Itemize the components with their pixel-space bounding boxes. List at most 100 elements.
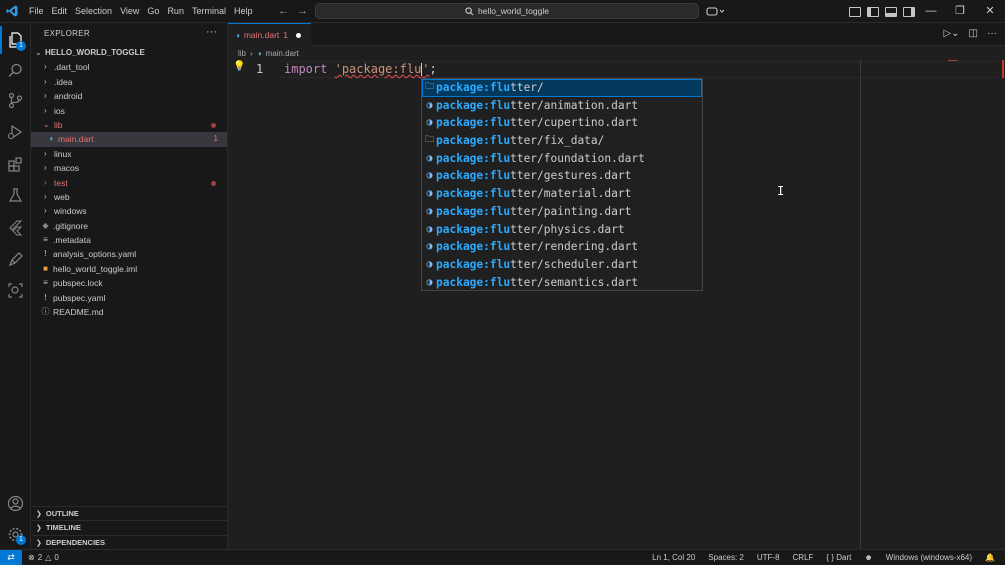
project-root[interactable]: ⌄ HELLO_WORLD_TOGGLE: [31, 46, 227, 60]
tree-item-test[interactable]: › test: [31, 176, 227, 190]
suggestion-item[interactable]: ◑ package:flutter/animation.dart: [422, 97, 702, 115]
run-debug-icon: [7, 124, 23, 139]
status-bar: ⇄ ⊗ 2 △ 0 Ln 1, Col 20 Spaces: 2 UTF-8 C…: [0, 549, 1005, 565]
flutter-button[interactable]: [0, 213, 31, 241]
toggle-secondary-sidebar-icon[interactable]: [903, 6, 915, 17]
tree-item-label: pubspec.yaml: [53, 292, 106, 303]
explorer-button[interactable]: 1: [0, 26, 31, 54]
tree-item-label: android: [54, 91, 83, 102]
git-file-icon: ◆: [42, 220, 49, 230]
command-center-label: hello_world_toggle: [478, 6, 549, 16]
suggestion-item[interactable]: 🗀 package:flutter/: [422, 79, 702, 97]
tree-item-iml[interactable]: ■ hello_world_toggle.iml: [31, 262, 227, 276]
code-line[interactable]: import 'package:flu';: [284, 62, 437, 76]
menu-help[interactable]: Help: [230, 0, 257, 23]
tree-item-analysis-options[interactable]: ! analysis_options.yaml: [31, 247, 227, 261]
problems-indicator[interactable]: ⊗ 2 △ 0: [28, 550, 59, 565]
minimize-icon[interactable]: —: [916, 0, 946, 23]
inspect-button[interactable]: [0, 276, 31, 304]
menu-file[interactable]: File: [25, 0, 48, 23]
breadcrumb-file[interactable]: main.dart: [266, 49, 299, 58]
menu-view[interactable]: View: [116, 0, 143, 23]
tree-item-readme[interactable]: ⓘ README.md: [31, 305, 227, 319]
extensions-button[interactable]: [0, 150, 31, 178]
suggestion-item[interactable]: ◑ package:flutter/foundation.dart: [422, 150, 702, 168]
chevron-right-icon: ›: [44, 163, 47, 173]
search-view-button[interactable]: [0, 56, 31, 84]
tree-item-pubspec-lock[interactable]: ≡ pubspec.lock: [31, 276, 227, 290]
tree-item-windows[interactable]: › windows: [31, 204, 227, 218]
menu-go[interactable]: Go: [143, 0, 163, 23]
tree-item-android[interactable]: › android: [31, 89, 227, 103]
restore-icon[interactable]: ❐: [945, 0, 975, 23]
unsaved-dot-icon[interactable]: [296, 32, 302, 38]
tree-item-macos[interactable]: › macos: [31, 161, 227, 175]
yaml-file-icon: !: [44, 292, 47, 302]
section-timeline[interactable]: ❯ TIMELINE: [31, 520, 227, 534]
toggle-panel-icon[interactable]: [885, 6, 897, 17]
end-of-line[interactable]: CRLF: [793, 550, 814, 565]
suggestion-item[interactable]: ◑ package:flutter/semantics.dart: [422, 274, 702, 292]
more-actions-icon[interactable]: ···: [987, 28, 997, 39]
tree-item-pubspec-yaml[interactable]: ! pubspec.yaml: [31, 291, 227, 305]
tree-item-linux[interactable]: › linux: [31, 147, 227, 161]
tree-item-gitignore[interactable]: ◆ .gitignore: [31, 219, 227, 233]
text-file-icon: ≡: [43, 235, 48, 245]
breadcrumb-folder[interactable]: lib: [238, 49, 246, 58]
source-control-button[interactable]: [0, 86, 31, 114]
tree-item-label: ios: [54, 105, 65, 116]
run-debug-dropdown-icon[interactable]: ▷⌄: [943, 28, 959, 39]
forward-arrow-icon[interactable]: →: [297, 5, 308, 17]
tree-item-lib[interactable]: ⌄ lib: [31, 118, 227, 132]
tree-item-metadata[interactable]: ≡ .metadata: [31, 233, 227, 247]
language-mode[interactable]: { } Dart: [826, 550, 851, 565]
suggestion-item[interactable]: ◑ package:flutter/gestures.dart: [422, 167, 702, 185]
suggestion-item[interactable]: ◑ package:flutter/painting.dart: [422, 203, 702, 221]
remote-explorer-button[interactable]: [0, 245, 31, 273]
encoding[interactable]: UTF-8: [757, 550, 780, 565]
suggestion-item[interactable]: ◑ package:flutter/cupertino.dart: [422, 114, 702, 132]
split-editor-icon[interactable]: ◫: [969, 28, 978, 39]
testing-button[interactable]: [0, 181, 31, 209]
more-actions-icon[interactable]: ···: [206, 26, 217, 38]
run-debug-button[interactable]: [0, 118, 31, 146]
command-center-search[interactable]: hello_world_toggle: [315, 3, 699, 19]
section-dependencies[interactable]: ❯ DEPENDENCIES: [31, 534, 227, 549]
menu-terminal[interactable]: Terminal: [188, 0, 230, 23]
scrollbar-error-marker[interactable]: [998, 60, 1004, 78]
copilot-button[interactable]: [706, 0, 724, 23]
tree-item-ios[interactable]: › ios: [31, 104, 227, 118]
suggestion-item[interactable]: ◑ package:flutter/physics.dart: [422, 221, 702, 239]
suggestion-match: package:flu: [436, 81, 511, 94]
tab-main-dart[interactable]: ◑ main.dart 1: [228, 23, 311, 46]
accounts-button[interactable]: [0, 489, 31, 517]
tree-item-web[interactable]: › web: [31, 190, 227, 204]
menu-edit[interactable]: Edit: [48, 0, 72, 23]
notifications-bell-icon[interactable]: 🔔: [985, 550, 995, 565]
suggestion-match: package:flu: [436, 169, 511, 183]
tree-item-main-dart[interactable]: ◑ main.dart 1: [31, 132, 227, 147]
customize-layout-icon[interactable]: [849, 6, 861, 17]
indentation[interactable]: Spaces: 2: [708, 550, 744, 565]
close-window-icon[interactable]: ✕: [975, 0, 1005, 23]
tree-item-label: .gitignore: [53, 220, 88, 231]
back-arrow-icon[interactable]: ←: [278, 5, 289, 17]
remote-indicator-icon[interactable]: ⇄: [0, 550, 22, 565]
menu-run[interactable]: Run: [163, 0, 188, 23]
suggestion-rest: tter/scheduler.dart: [510, 257, 639, 271]
toggle-primary-sidebar-icon[interactable]: [867, 6, 879, 17]
lightbulb-icon[interactable]: 💡: [233, 61, 245, 72]
cursor-position[interactable]: Ln 1, Col 20: [652, 550, 695, 565]
suggestion-item[interactable]: ◑ package:flutter/rendering.dart: [422, 238, 702, 256]
menu-selection[interactable]: Selection: [71, 0, 116, 23]
section-outline[interactable]: ❯ OUTLINE: [31, 505, 227, 520]
tree-item-dart-tool[interactable]: › .dart_tool: [31, 60, 227, 74]
manage-settings-button[interactable]: 1: [0, 520, 31, 548]
suggestion-item[interactable]: 🗀 package:flutter/fix_data/: [422, 132, 702, 150]
copilot-status-icon[interactable]: ☻: [864, 550, 872, 565]
tree-item-idea[interactable]: › .idea: [31, 75, 227, 89]
suggestion-item[interactable]: ◑ package:flutter/scheduler.dart: [422, 256, 702, 274]
suggestion-item[interactable]: ◑ package:flutter/material.dart: [422, 185, 702, 203]
suggestion-match: package:flu: [436, 240, 511, 254]
device-selector[interactable]: Windows (windows-x64): [886, 550, 972, 565]
